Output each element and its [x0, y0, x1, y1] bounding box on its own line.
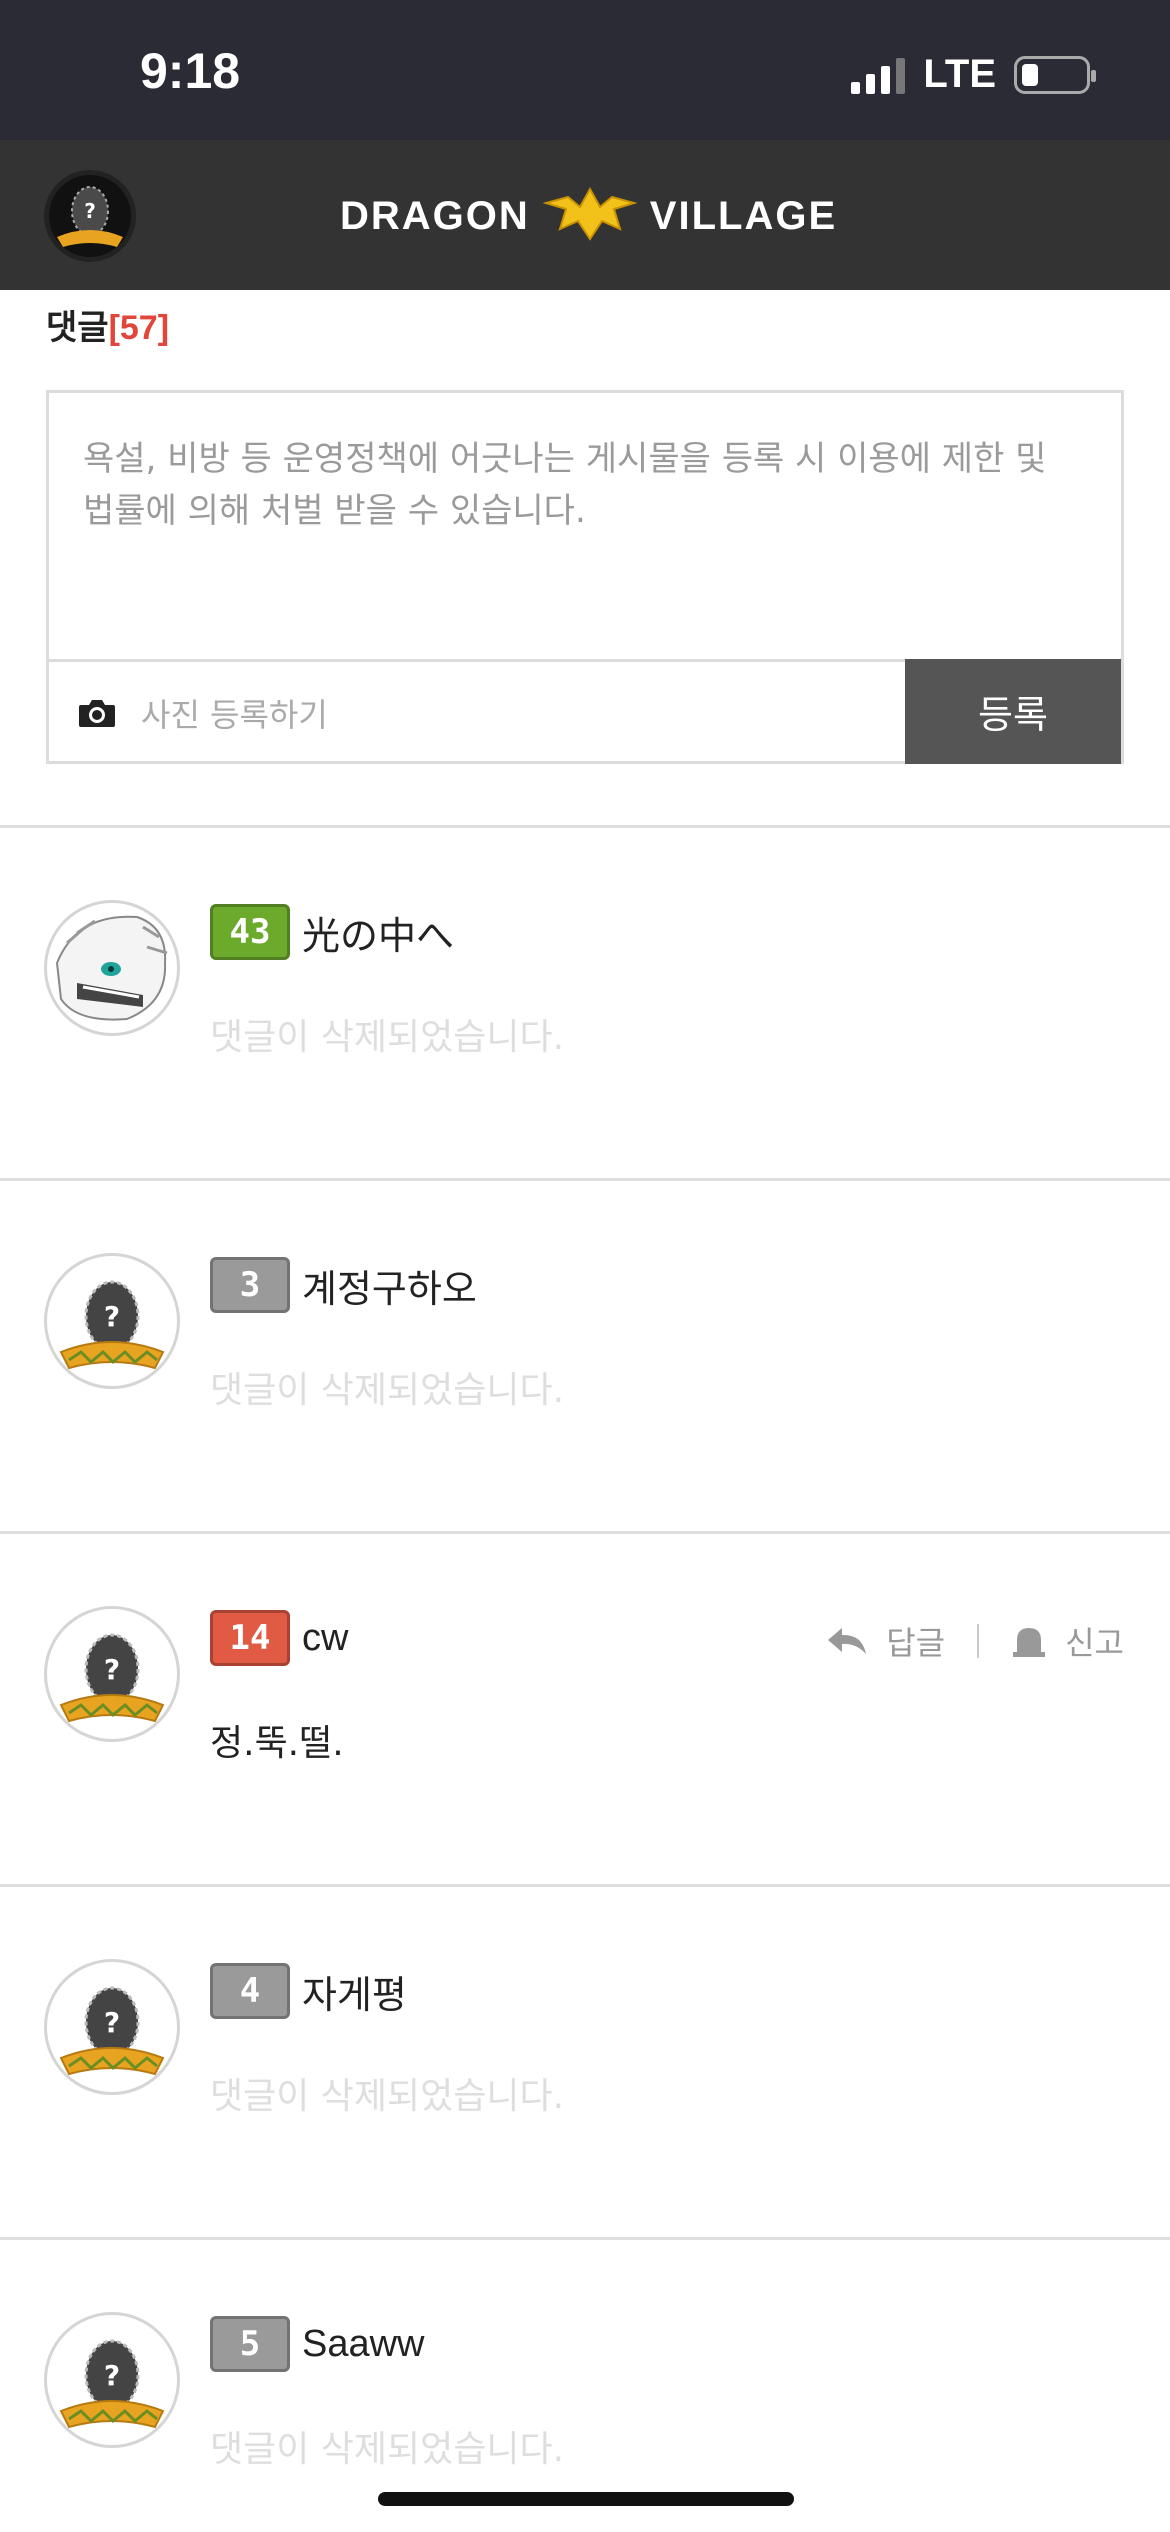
camera-icon	[79, 700, 115, 727]
user-avatar[interactable]: ?	[44, 1959, 180, 2095]
comment-item: ? 14 cw 답글 신고 정.뚝.떨.	[0, 1534, 1170, 1884]
battery-icon	[1014, 55, 1096, 94]
level-badge: 14	[210, 1610, 290, 1666]
username[interactable]: 계정구하오	[302, 1258, 477, 1313]
photo-upload-button[interactable]: 사진 등록하기	[77, 690, 328, 736]
comment-meta: 14 cw	[210, 1610, 348, 1666]
level-badge: 43	[210, 904, 290, 960]
status-bar: 9:18 LTE	[0, 0, 1170, 140]
composer-toolbar: 사진 등록하기 등록	[49, 659, 1121, 764]
level-badge: 5	[210, 2316, 290, 2372]
svg-text:?: ?	[104, 1300, 120, 1333]
comment-body: 정.뚝.떨.	[210, 1723, 344, 1764]
username[interactable]: 光の中へ	[302, 905, 454, 960]
comment-meta: 4 자게평	[210, 1963, 407, 2019]
profile-avatar[interactable]: ?	[44, 170, 136, 262]
status-icons: LTE	[851, 52, 1096, 97]
comment-body-deleted: 댓글이 삭제되었습니다.	[210, 2429, 565, 2470]
user-avatar[interactable]: ?	[44, 2312, 180, 2448]
reply-button[interactable]: 답글	[886, 1618, 945, 1664]
report-button[interactable]: 신고	[1065, 1618, 1124, 1664]
comment-item: ? 4 자게평 댓글이 삭제되었습니다.	[0, 1887, 1170, 2237]
submit-button[interactable]: 등록	[905, 659, 1121, 764]
comment-body-deleted: 댓글이 삭제되었습니다.	[210, 1017, 565, 1058]
comment-body-deleted: 댓글이 삭제되었습니다.	[210, 1370, 565, 1411]
comment-actions: 답글 신고	[826, 1618, 1124, 1664]
logo-text-right: VILLAGE	[649, 193, 838, 238]
white-dragon-avatar-icon	[55, 915, 168, 1021]
action-separator	[977, 1624, 980, 1658]
svg-text:?: ?	[104, 2359, 120, 2392]
egg-avatar-icon: ?	[59, 1633, 165, 1723]
comment-input[interactable]: 욕설, 비방 등 운영정책에 어긋나는 게시물을 등록 시 이용에 제한 및 법…	[83, 433, 1083, 537]
egg-avatar-icon: ?	[59, 1986, 165, 2076]
logo-text-left: DRAGON	[340, 193, 530, 238]
dragon-village-logo[interactable]: DRAGON VILLAGE	[340, 180, 837, 252]
status-time: 9:18	[140, 43, 241, 99]
home-indicator[interactable]	[378, 2492, 794, 2506]
egg-avatar-icon: ?	[57, 186, 123, 247]
comment-meta: 3 계정구하오	[210, 1257, 477, 1313]
egg-avatar-icon: ?	[59, 2339, 165, 2429]
username[interactable]: 자게평	[302, 1964, 407, 2019]
comment-meta: 5 Saaww	[210, 2316, 425, 2372]
comment-count-label: 댓글	[46, 309, 109, 347]
reply-icon[interactable]	[826, 1626, 868, 1656]
username[interactable]: cw	[302, 1617, 348, 1660]
logo-wing-icon	[542, 186, 638, 241]
svg-text:?: ?	[104, 2006, 120, 2039]
comment-composer: 욕설, 비방 등 운영정책에 어긋나는 게시물을 등록 시 이용에 제한 및 법…	[46, 390, 1124, 764]
level-badge: 3	[210, 1257, 290, 1313]
user-avatar[interactable]: ?	[44, 1606, 180, 1742]
app-header: ? DRAGON VILLAGE	[0, 140, 1170, 290]
signal-icon	[851, 56, 906, 94]
report-siren-icon[interactable]	[1011, 1624, 1047, 1658]
comment-count-number: [57]	[108, 309, 170, 347]
network-label: LTE	[923, 52, 996, 96]
comment-count: 댓글[57]	[46, 300, 169, 349]
username[interactable]: Saaww	[302, 2323, 425, 2366]
user-avatar[interactable]: ?	[44, 1253, 180, 1389]
user-avatar[interactable]	[44, 900, 180, 1036]
comment-item: ? 3 계정구하오 댓글이 삭제되었습니다.	[0, 1181, 1170, 1531]
level-badge: 4	[210, 1963, 290, 2019]
photo-upload-label: 사진 등록하기	[141, 696, 328, 734]
comment-item: ? 5 Saaww 댓글이 삭제되었습니다.	[0, 2240, 1170, 2532]
comment-body-deleted: 댓글이 삭제되었습니다.	[210, 2076, 565, 2117]
svg-text:?: ?	[104, 1653, 120, 1686]
svg-text:?: ?	[84, 199, 96, 223]
egg-avatar-icon: ?	[59, 1280, 165, 1370]
comment-item: 43 光の中へ 댓글이 삭제되었습니다.	[0, 828, 1170, 1178]
comment-meta: 43 光の中へ	[210, 904, 454, 960]
